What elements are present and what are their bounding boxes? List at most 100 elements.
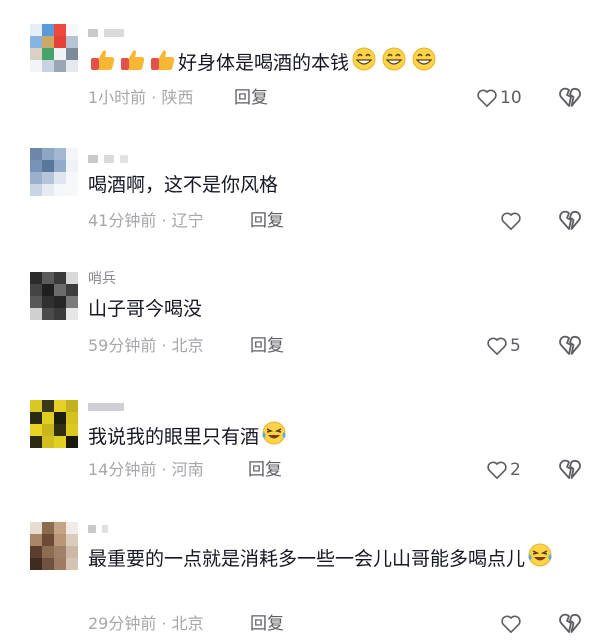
reply-button[interactable]: 回复	[250, 612, 284, 636]
avatar-pixel	[66, 400, 78, 412]
avatar-pixel	[54, 546, 66, 558]
avatar-pixel	[54, 412, 66, 424]
avatar-pixel	[30, 534, 42, 546]
avatar-pixel	[42, 272, 54, 284]
avatar-pixel	[54, 36, 66, 48]
name-blur	[88, 403, 124, 411]
avatar[interactable]	[30, 522, 78, 570]
avatar[interactable]	[30, 272, 78, 320]
avatar-pixel	[42, 284, 54, 296]
laughing-tears-emoji	[260, 420, 288, 455]
like-count: 2	[510, 460, 521, 480]
username[interactable]	[88, 398, 130, 416]
dislike-button[interactable]	[558, 209, 582, 233]
avatar-pixel	[42, 412, 54, 424]
comment-text: 好身体是喝酒的本钱	[88, 46, 588, 81]
broken-heart-icon	[559, 459, 581, 479]
laughing-tears-emoji	[526, 542, 554, 577]
avatar-pixel	[66, 184, 78, 196]
comment-meta: 29分钟前 · 北京	[88, 614, 204, 633]
broken-heart-icon	[559, 335, 581, 355]
avatar-pixel	[30, 522, 42, 534]
avatar-pixel	[66, 308, 78, 320]
comment-meta: 14分钟前 · 河南	[88, 460, 204, 479]
avatar-pixel	[54, 424, 66, 436]
name-blur	[88, 29, 98, 37]
dislike-button[interactable]	[558, 612, 582, 636]
avatar-pixel	[30, 272, 42, 284]
avatar-pixel	[66, 48, 78, 60]
avatar-pixel	[54, 436, 66, 448]
avatar[interactable]	[30, 24, 78, 72]
username[interactable]	[88, 150, 134, 168]
avatar-pixel	[66, 534, 78, 546]
heart-icon	[501, 615, 521, 633]
avatar-pixel	[66, 558, 78, 570]
name-blur	[102, 525, 108, 533]
avatar-pixel	[54, 24, 66, 36]
avatar-pixel	[30, 60, 42, 72]
avatar-pixel	[66, 24, 78, 36]
dislike-button[interactable]	[558, 86, 582, 110]
avatar-pixel	[30, 184, 42, 196]
like-button[interactable]: 2	[486, 458, 521, 482]
name-blur	[88, 525, 96, 533]
avatar[interactable]	[30, 148, 78, 196]
avatar-pixel	[54, 172, 66, 184]
dislike-button[interactable]	[558, 458, 582, 482]
broken-heart-icon	[559, 210, 581, 230]
avatar-pixel	[54, 284, 66, 296]
like-count: 5	[510, 336, 521, 356]
reply-button[interactable]: 回复	[250, 209, 284, 233]
heart-icon	[477, 89, 497, 107]
like-button[interactable]: 5	[486, 334, 521, 358]
avatar-pixel	[42, 24, 54, 36]
reply-button[interactable]: 回复	[250, 334, 284, 358]
avatar-pixel	[42, 558, 54, 570]
avatar-pixel	[66, 160, 78, 172]
heart-icon	[487, 337, 507, 355]
avatar-pixel	[42, 296, 54, 308]
avatar-pixel	[30, 558, 42, 570]
avatar-pixel	[54, 522, 66, 534]
avatar-pixel	[42, 308, 54, 320]
name-blur	[88, 155, 98, 163]
like-button[interactable]: 10	[476, 86, 522, 110]
username[interactable]: 哨兵	[88, 270, 116, 288]
avatar-pixel	[54, 272, 66, 284]
avatar-pixel	[66, 424, 78, 436]
avatar-pixel	[66, 36, 78, 48]
avatar-pixel	[42, 546, 54, 558]
avatar-pixel	[42, 534, 54, 546]
username[interactable]	[88, 24, 130, 42]
comment-body: 最重要的一点就是消耗多一些一会儿山哥能多喝点儿	[88, 548, 526, 570]
comment-text: 我说我的眼里只有酒	[88, 420, 588, 455]
avatar-pixel	[54, 400, 66, 412]
avatar-pixel	[30, 296, 42, 308]
avatar-pixel	[30, 436, 42, 448]
comment-text: 山子哥今喝没	[88, 298, 203, 320]
reply-button[interactable]: 回复	[248, 458, 282, 482]
avatar-pixel	[66, 436, 78, 448]
grin-emoji	[410, 46, 438, 81]
avatar-pixel	[54, 60, 66, 72]
avatar-pixel	[30, 36, 42, 48]
grin-emoji	[380, 46, 408, 81]
avatar-pixel	[42, 160, 54, 172]
broken-heart-icon	[559, 87, 581, 107]
grin-emoji	[350, 46, 378, 81]
heart-icon	[501, 212, 521, 230]
avatar-pixel	[66, 522, 78, 534]
avatar-pixel	[54, 48, 66, 60]
avatar-pixel	[54, 296, 66, 308]
avatar-pixel	[66, 172, 78, 184]
name-blur	[104, 155, 114, 163]
avatar-pixel	[42, 36, 54, 48]
reply-button[interactable]: 回复	[234, 86, 268, 110]
username[interactable]	[88, 520, 114, 538]
avatar[interactable]	[30, 400, 78, 448]
dislike-button[interactable]	[558, 334, 582, 358]
like-button[interactable]	[500, 612, 524, 636]
avatar-pixel	[66, 412, 78, 424]
like-button[interactable]	[500, 209, 524, 233]
